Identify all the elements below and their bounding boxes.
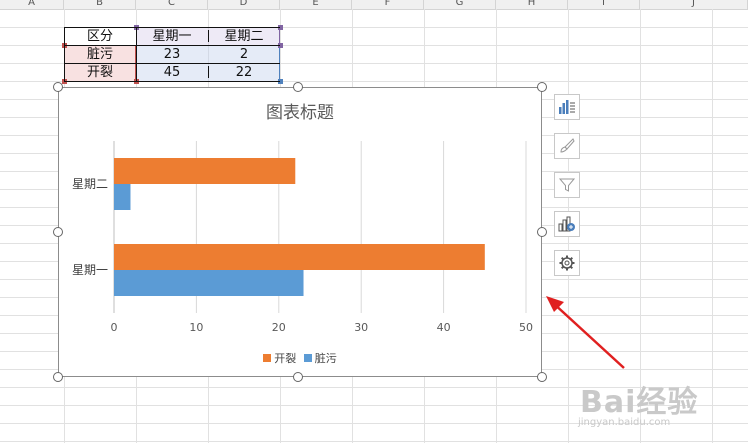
- chart-layout-icon: [558, 216, 575, 232]
- table-cell[interactable]: 2: [208, 46, 280, 63]
- chart-styles-button[interactable]: [554, 133, 580, 159]
- x-tick-label: 50: [519, 321, 533, 334]
- table-cell[interactable]: 23: [136, 46, 208, 63]
- chart-settings-button[interactable]: [554, 250, 580, 276]
- legend-item-crack[interactable]: 开裂: [263, 350, 296, 366]
- resize-handle-right[interactable]: [537, 227, 547, 237]
- category-label: 星期一: [72, 263, 108, 277]
- bar[interactable]: [114, 184, 131, 210]
- table-header-cell[interactable]: 星期二: [208, 28, 280, 45]
- column-header-j[interactable]: J: [640, 0, 748, 9]
- column-header-f[interactable]: F: [352, 0, 424, 9]
- chart-layout-button[interactable]: [554, 211, 580, 237]
- table-header-cell[interactable]: 星期一: [136, 28, 208, 45]
- x-tick-label: 10: [189, 321, 203, 334]
- gridline: [0, 441, 748, 442]
- bar-chart[interactable]: 图表标题 0 10 20 30 40 50 星期一 星期二 开裂 脏污: [58, 87, 542, 377]
- table-border: [208, 30, 209, 42]
- resize-handle-bottom[interactable]: [293, 372, 303, 382]
- table-border: [64, 63, 280, 64]
- bar[interactable]: [114, 158, 296, 184]
- table-border: [64, 27, 65, 82]
- legend-swatch: [303, 354, 312, 362]
- column-header-b[interactable]: B: [64, 0, 136, 9]
- table-border: [64, 27, 280, 28]
- chart-elements-icon: [559, 100, 575, 114]
- column-header-a[interactable]: A: [0, 0, 64, 9]
- watermark-url: jingyan.baidu.com: [578, 417, 671, 428]
- table-row-label[interactable]: 脏污: [64, 46, 136, 63]
- chart-legend[interactable]: 开裂 脏污: [59, 350, 541, 366]
- column-header-bar: A B C D E F G H I J: [0, 0, 748, 10]
- column-header-h[interactable]: H: [496, 0, 568, 9]
- bar[interactable]: [114, 244, 485, 270]
- table-cell[interactable]: 22: [208, 64, 280, 81]
- table-row-label[interactable]: 开裂: [64, 64, 136, 81]
- table-border: [64, 81, 280, 82]
- table-header-cell[interactable]: 区分: [64, 28, 136, 45]
- watermark: Bai经验 jingyan.baidu.com: [572, 377, 742, 437]
- legend-label: 开裂: [274, 352, 297, 365]
- filter-icon: [559, 178, 575, 192]
- column-header-g[interactable]: G: [424, 0, 496, 9]
- x-tick-label: 0: [111, 321, 118, 334]
- legend-label: 脏污: [314, 352, 337, 365]
- resize-handle-bottom-left[interactable]: [53, 372, 63, 382]
- resize-handle-top-right[interactable]: [537, 82, 547, 92]
- column-header-d[interactable]: D: [208, 0, 280, 9]
- column-header-c[interactable]: C: [136, 0, 208, 9]
- column-header-e[interactable]: E: [280, 0, 352, 9]
- category-label: 星期二: [72, 177, 108, 191]
- table-border: [64, 45, 280, 46]
- brush-icon: [560, 138, 575, 153]
- gear-icon: [559, 255, 575, 271]
- x-tick-label: 30: [354, 321, 368, 334]
- chart-elements-button[interactable]: [554, 94, 580, 120]
- resize-handle-top-left[interactable]: [53, 82, 63, 92]
- table-border: [208, 66, 209, 78]
- table-cell[interactable]: 45: [136, 64, 208, 81]
- legend-item-dirt[interactable]: 脏污: [303, 350, 337, 366]
- table-border: [136, 27, 137, 82]
- x-tick-label: 40: [437, 321, 451, 334]
- resize-handle-top[interactable]: [293, 82, 303, 92]
- legend-swatch: [263, 354, 272, 362]
- resize-handle-left[interactable]: [53, 227, 63, 237]
- annotation-arrow: [546, 296, 625, 369]
- chart-filters-button[interactable]: [554, 172, 580, 198]
- watermark-logo: Bai经验: [580, 385, 699, 420]
- x-tick-label: 20: [272, 321, 286, 334]
- bar[interactable]: [114, 270, 304, 296]
- column-header-i[interactable]: I: [568, 0, 640, 9]
- chart-plot-area[interactable]: 0 10 20 30 40 50 星期一 星期二: [59, 88, 541, 376]
